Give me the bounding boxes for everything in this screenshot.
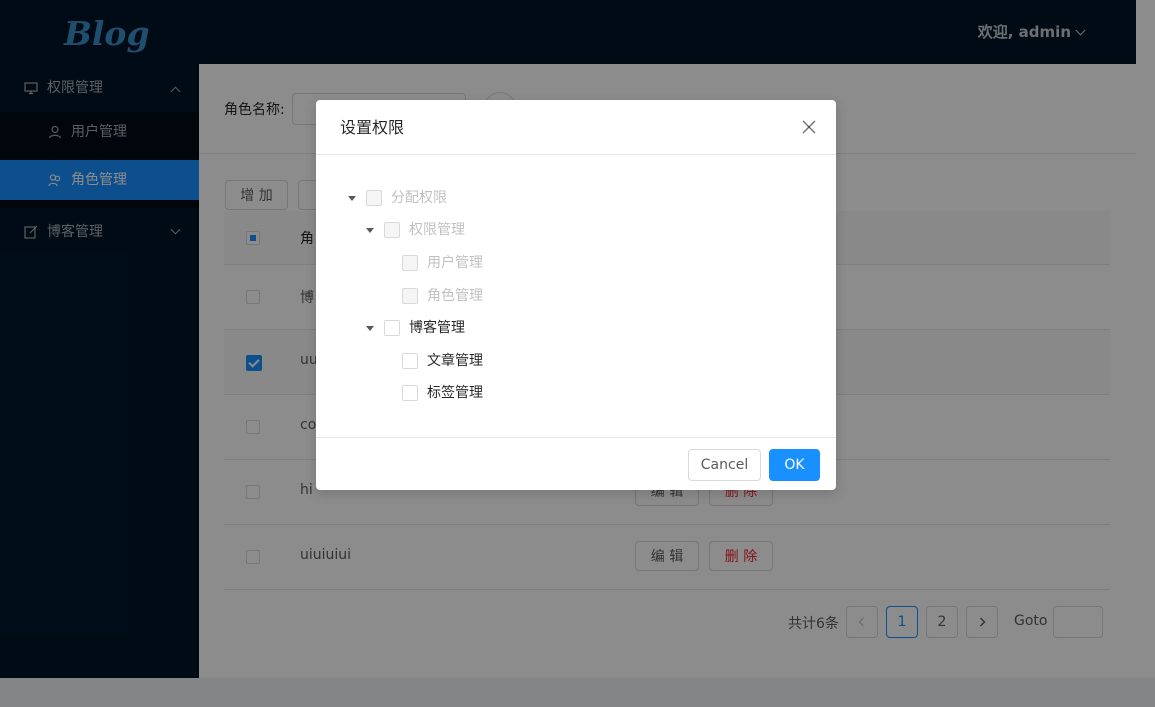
caret-down-icon[interactable] [366,228,374,233]
ok-button[interactable]: OK [769,449,820,481]
tree-node-label: 用户管理 [427,255,483,271]
tree-checkbox[interactable] [384,320,400,336]
caret-down-icon[interactable] [348,196,356,201]
tree-node-label[interactable]: 文章管理 [427,349,483,373]
tree-node-label[interactable]: 博客管理 [409,316,465,340]
tree-checkbox [366,190,382,206]
tree-checkbox [402,255,418,271]
modal-title: 设置权限 [340,118,405,137]
tree-checkbox [402,288,418,304]
tree-checkbox[interactable] [402,385,418,401]
modal-header: 设置权限 [316,100,836,155]
caret-down-icon[interactable] [366,326,374,331]
tree-node-label: 分配权限 [391,190,447,206]
modal-footer: Cancel OK [316,437,836,491]
tree-node-label[interactable]: 标签管理 [427,381,483,405]
tree-node-label: 权限管理 [409,222,465,238]
permission-modal: 设置权限 分配权限 权限管理 用户管理 角色管理 博客管理 文章管理 标签管理 … [316,100,836,490]
cancel-button[interactable]: Cancel [688,449,761,481]
close-icon[interactable] [802,120,816,134]
tree-checkbox[interactable] [402,353,418,369]
tree-checkbox [384,222,400,238]
tree-node-label: 角色管理 [427,288,483,304]
